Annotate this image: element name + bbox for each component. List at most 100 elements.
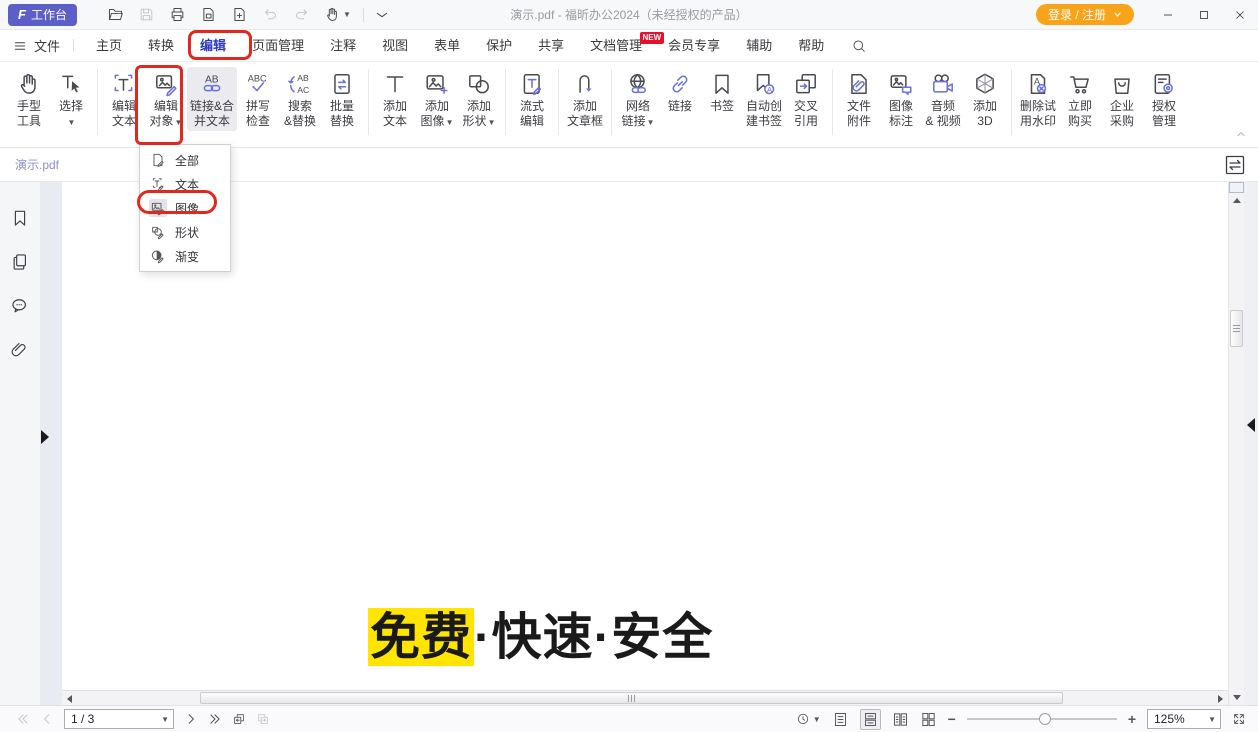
batch-replace-label2: 替换	[330, 114, 354, 129]
zoom-in-button[interactable]: +	[1128, 711, 1136, 727]
horizontal-scroll-thumb[interactable]	[200, 692, 1063, 704]
add-text-icon	[382, 71, 408, 97]
single-page-view-button[interactable]	[832, 711, 849, 728]
previous-view-button[interactable]	[232, 712, 246, 726]
ribbon-add-image-button[interactable]: 添加图像▼	[416, 67, 458, 131]
tab-view[interactable]: 视图	[369, 30, 421, 62]
search-icon[interactable]	[851, 38, 867, 54]
menu-divider	[73, 39, 74, 52]
ribbon-file-attachment-button[interactable]: 文件附件	[838, 67, 880, 130]
tab-assist[interactable]: 辅助	[733, 30, 785, 62]
ribbon-buy-now-button[interactable]: 立即购买	[1059, 67, 1101, 130]
tab-page-manage[interactable]: 页面管理	[239, 30, 317, 62]
ribbon-remove-trial-watermark-button[interactable]: A删除试用水印	[1017, 67, 1059, 130]
next-page-button[interactable]	[184, 712, 198, 726]
ribbon-auto-create-bookmark-button[interactable]: A自动创建书签	[743, 67, 785, 131]
ribbon-edit-object-button[interactable]: 编辑对象▼	[145, 67, 187, 131]
ribbon-collapse-icon[interactable]	[1234, 127, 1248, 141]
rotate-view-button[interactable]: ▼	[796, 712, 821, 726]
foxit-pdf-app: F 工作台 ▼ 演示.pdf - 福昕办公2024（未经授权的产品） 登录 / …	[0, 0, 1258, 732]
tab-doc-manage[interactable]: 文档管理NEW	[577, 30, 655, 62]
zoom-level-combobox[interactable]: 125% ▼	[1147, 709, 1221, 729]
close-button[interactable]	[1222, 0, 1258, 30]
first-page-button[interactable]	[16, 712, 30, 726]
ribbon-select-tool-button[interactable]: 选择▼	[50, 67, 92, 131]
ribbon-audio-video-button[interactable]: 音频& 视频	[922, 67, 964, 130]
login-button[interactable]: 登录 / 注册	[1036, 4, 1134, 25]
menu-item-edit-gradient-object[interactable]: 渐变	[140, 244, 230, 268]
sidebar-attachments-panel-button[interactable]	[10, 340, 30, 360]
sidebar-comments-panel-button[interactable]	[10, 296, 30, 316]
new-document-icon[interactable]	[231, 6, 248, 23]
menu-item-edit-image-object[interactable]: 图像	[140, 196, 230, 220]
ribbon-link-button[interactable]: 链接	[659, 67, 701, 131]
scroll-right-icon[interactable]	[1213, 691, 1228, 706]
sidebar-pages-panel-button[interactable]	[10, 252, 30, 272]
split-view-icon[interactable]	[1223, 153, 1247, 177]
horizontal-scrollbar[interactable]	[62, 690, 1228, 705]
workspace-button[interactable]: F 工作台	[8, 4, 77, 26]
vertical-scrollbar[interactable]	[1228, 182, 1244, 705]
open-file-icon[interactable]	[107, 6, 124, 23]
next-view-button[interactable]	[256, 712, 270, 726]
ribbon-hand-tool-button[interactable]: 手型工具	[8, 67, 50, 131]
vertical-scroll-thumb[interactable]	[1230, 310, 1243, 347]
edit-image-object-label: 图像	[175, 200, 199, 217]
facing-view-button[interactable]	[892, 711, 909, 728]
ribbon-cross-reference-button[interactable]: 交叉引用	[785, 67, 827, 131]
ribbon-add-text-button[interactable]: 添加文本	[374, 67, 416, 131]
page-number-combobox[interactable]: 1 / 3 ▼	[64, 709, 174, 729]
menu-item-edit-text-object[interactable]: 文本	[140, 172, 230, 196]
print-icon[interactable]	[169, 6, 186, 23]
zoom-slider-knob[interactable]	[1039, 713, 1051, 725]
license-manage-label2: 管理	[1152, 114, 1176, 129]
tab-form[interactable]: 表单	[421, 30, 473, 62]
ribbon-spell-check-button[interactable]: ABC拼写检查	[237, 67, 279, 131]
zoom-out-button[interactable]: −	[948, 711, 956, 727]
sidebar-bookmarks-panel-button[interactable]	[10, 208, 30, 228]
ribbon-batch-replace-button[interactable]: 批量替换	[321, 67, 363, 131]
ribbon-flow-edit-button[interactable]: 流式编辑	[511, 67, 553, 130]
tab-comment[interactable]: 注释	[317, 30, 369, 62]
ribbon-link-merge-text-button[interactable]: AB链接&合并文本	[187, 67, 237, 131]
expand-left-panel-handle[interactable]	[41, 430, 49, 444]
facing-continuous-view-button[interactable]	[920, 711, 937, 728]
file-menu[interactable]: 文件	[13, 36, 60, 55]
scroll-left-icon[interactable]	[62, 691, 77, 706]
tab-convert[interactable]: 转换	[135, 30, 187, 62]
ribbon-bookmark-button[interactable]: 书签	[701, 67, 743, 131]
split-view-handle[interactable]	[1229, 182, 1244, 193]
ribbon-add-3d-button[interactable]: 添加3D	[964, 67, 1006, 130]
menu-item-edit-all[interactable]: 全部	[140, 148, 230, 172]
page-snapshot-icon[interactable]	[200, 6, 217, 23]
scroll-up-icon[interactable]	[1229, 193, 1244, 208]
menu-item-edit-shape-object[interactable]: 形状	[140, 220, 230, 244]
tab-protect[interactable]: 保护	[473, 30, 525, 62]
toolbar-collapse-icon[interactable]	[374, 7, 390, 23]
tab-home[interactable]: 主页	[83, 30, 135, 62]
minimize-button[interactable]	[1150, 0, 1186, 30]
fit-screen-button[interactable]	[1232, 712, 1246, 726]
ribbon-add-article-box-button[interactable]: 添加文章框	[564, 67, 606, 130]
ribbon-license-manage-button[interactable]: 授权管理	[1143, 67, 1185, 130]
ribbon-add-shape-button[interactable]: 添加形状▼	[458, 67, 500, 131]
previous-page-button[interactable]	[40, 712, 54, 726]
ribbon-web-link-button[interactable]: 网络链接▼	[617, 67, 659, 131]
hand-tool-quick-icon[interactable]: ▼	[324, 6, 351, 23]
enterprise-purchase-icon	[1109, 71, 1135, 97]
ribbon-search-replace-button[interactable]: ABAC搜索&替换	[279, 67, 321, 131]
continuous-view-button[interactable]	[860, 709, 881, 730]
maximize-button[interactable]	[1186, 0, 1222, 30]
ribbon-enterprise-purchase-button[interactable]: 企业采购	[1101, 67, 1143, 130]
tab-edit[interactable]: 编辑	[187, 30, 239, 62]
tab-help[interactable]: 帮助	[785, 30, 837, 62]
scroll-down-icon[interactable]	[1229, 690, 1244, 705]
ribbon-edit-text-button[interactable]: 编辑文本	[103, 67, 145, 131]
last-page-button[interactable]	[208, 712, 222, 726]
tab-share[interactable]: 共享	[525, 30, 577, 62]
zoom-slider[interactable]	[967, 712, 1117, 726]
document-tab[interactable]: 演示.pdf	[15, 156, 59, 173]
tab-member[interactable]: 会员专享	[655, 30, 733, 62]
expand-right-panel-handle[interactable]	[1247, 418, 1255, 432]
ribbon-image-annotation-button[interactable]: 图像标注	[880, 67, 922, 130]
